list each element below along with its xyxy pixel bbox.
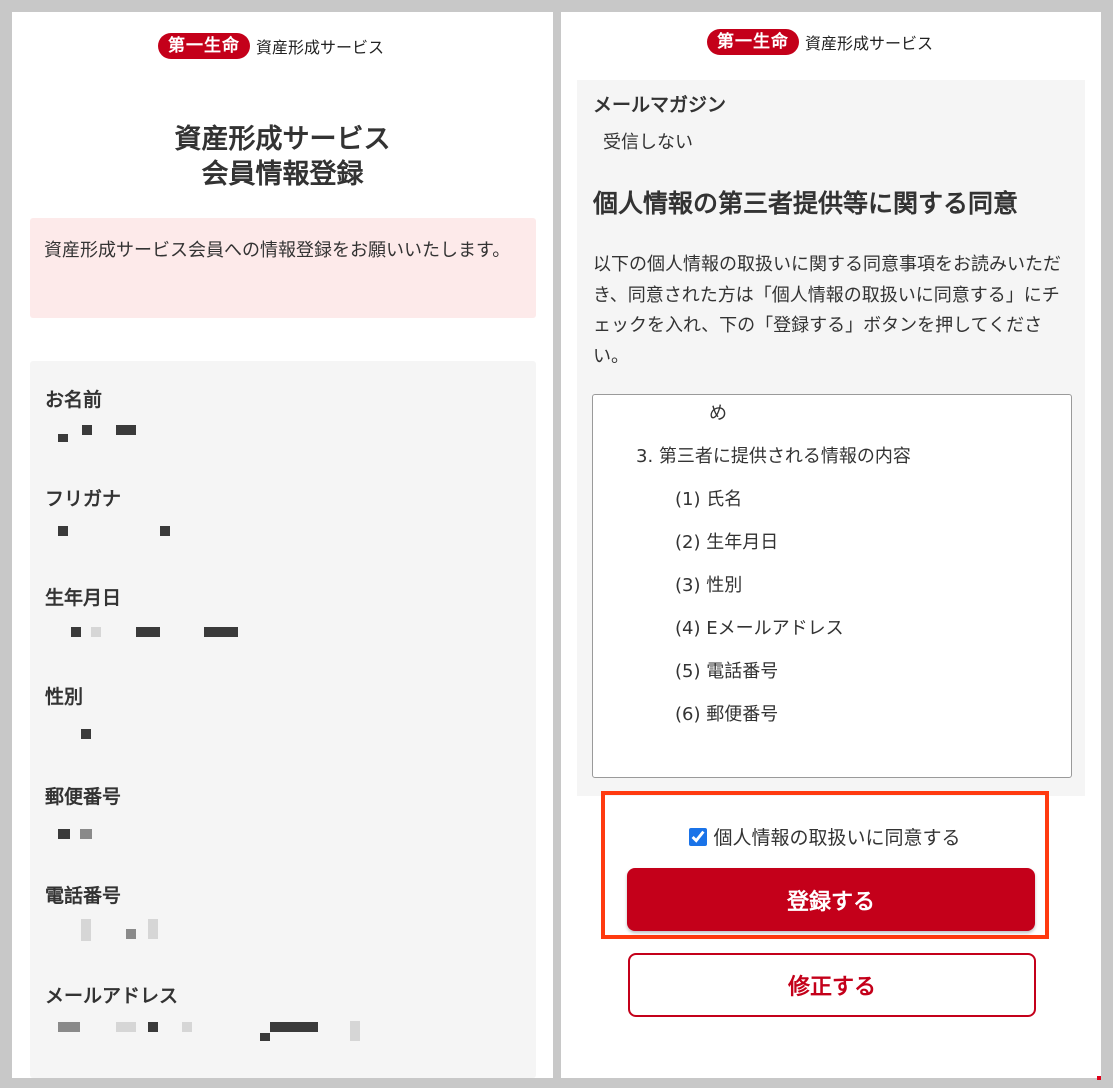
consent-text-fragment: め <box>709 403 727 424</box>
register-button[interactable]: 登録する <box>627 868 1035 931</box>
brand-service-name: 資産形成サービス <box>256 38 385 57</box>
member-info-section: お名前 フリガナ 生年月日 性別 郵便番号 電話番号 メールアドレス <box>30 361 536 1078</box>
edit-button[interactable]: 修正する <box>628 953 1036 1017</box>
page-title: 資産形成サービス 会員情報登録 <box>12 122 553 192</box>
furigana-label: フリガナ <box>45 488 122 510</box>
phone-label: 電話番号 <box>45 885 122 907</box>
consent-item-birthdate: (2) 生年月日 <box>675 532 779 553</box>
corner-marker <box>1097 1076 1101 1080</box>
brand-header: 第一生命 資産形成サービス <box>158 33 384 59</box>
mail-magazine-label: メールマガジン <box>593 94 727 116</box>
brand-header: 第一生命 資産形成サービス <box>707 29 933 55</box>
consent-item-postal: (6) 郵便番号 <box>675 704 779 725</box>
agree-consent-row[interactable]: 個人情報の取扱いに同意する <box>605 823 1045 850</box>
consent-item-phone: (5) 電話番号 <box>675 661 779 682</box>
birthdate-label: 生年月日 <box>45 587 122 609</box>
email-label: メールアドレス <box>45 985 179 1007</box>
left-screen: 第一生命 資産形成サービス 資産形成サービス 会員情報登録 資産形成サービス会員… <box>12 12 553 1078</box>
page-title-line1: 資産形成サービス <box>174 124 391 155</box>
consent-text-scrollbox[interactable]: め 3. 第三者に提供される情報の内容 (1) 氏名 (2) 生年月日 (3) … <box>592 394 1072 778</box>
consent-heading: 個人情報の第三者提供等に関する同意 <box>593 189 1019 218</box>
confirmation-section: メールマガジン 受信しない 個人情報の第三者提供等に関する同意 以下の個人情報の… <box>577 80 1085 796</box>
highlight-annotation-box: 個人情報の取扱いに同意する 登録する <box>601 791 1049 939</box>
brand-logo: 第一生命 <box>707 29 799 55</box>
consent-description: 以下の個人情報の取扱いに関する同意事項をお読みいただき、同意された方は「個人情報… <box>593 254 1061 367</box>
consent-item-email: (4) Eメールアドレス <box>675 618 844 639</box>
gender-label: 性別 <box>45 686 84 708</box>
consent-section-3: 3. 第三者に提供される情報の内容 <box>636 446 911 467</box>
right-screen: 第一生命 資産形成サービス メールマガジン 受信しない 個人情報の第三者提供等に… <box>561 12 1101 1078</box>
consent-item-gender: (3) 性別 <box>675 575 743 596</box>
postal-code-label: 郵便番号 <box>45 786 122 808</box>
page-title-line2: 会員情報登録 <box>201 159 364 190</box>
brand-service-name: 資産形成サービス <box>805 34 934 53</box>
agree-consent-checkbox[interactable] <box>689 827 708 846</box>
agree-consent-label: 個人情報の取扱いに同意する <box>713 827 961 849</box>
brand-logo: 第一生命 <box>158 33 250 59</box>
consent-item-name: (1) 氏名 <box>675 489 743 510</box>
name-label: お名前 <box>45 389 103 411</box>
registration-notice: 資産形成サービス会員への情報登録をお願いいたします。 <box>30 218 536 318</box>
mail-magazine-value: 受信しない <box>603 132 693 153</box>
